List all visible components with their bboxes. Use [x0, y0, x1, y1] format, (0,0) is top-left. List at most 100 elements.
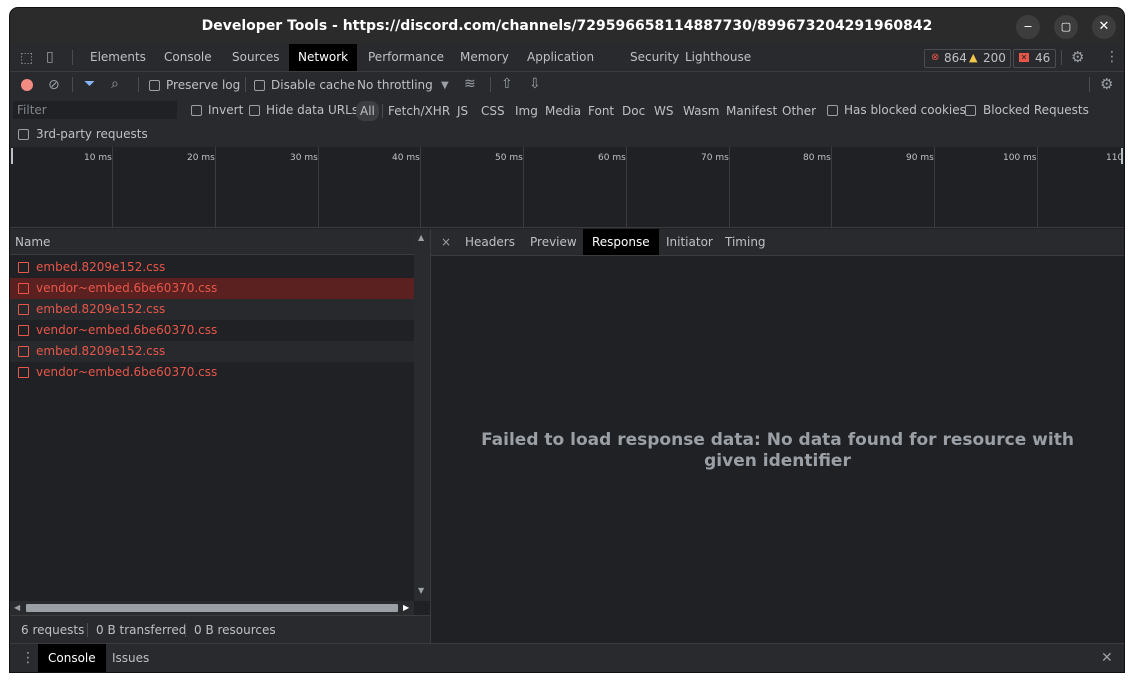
tab-response[interactable]: Response — [583, 229, 659, 255]
scroll-down-icon[interactable]: ▼ — [418, 586, 424, 595]
timeline-tick-label: 110 — [1106, 153, 1124, 163]
title-bar: Developer Tools - https://discord.com/ch… — [10, 8, 1124, 44]
tab-lighthouse[interactable]: Lighthouse — [676, 44, 760, 71]
timeline-tick-label: 80 ms — [803, 153, 831, 163]
tab-initiator[interactable]: Initiator — [657, 229, 722, 255]
tab-console[interactable]: Console — [155, 44, 221, 71]
timeline-left-handle[interactable] — [11, 148, 13, 164]
search-icon[interactable]: ⌕ — [111, 77, 119, 91]
hide-data-urls-checkbox[interactable] — [249, 105, 260, 116]
tab-performance[interactable]: Performance — [359, 44, 453, 71]
timeline-tick-label: 60 ms — [598, 153, 626, 163]
response-error-message: Failed to load response data: No data fo… — [481, 430, 1074, 471]
timeline-tick-label: 40 ms — [392, 153, 420, 163]
request-count: 6 requests — [21, 623, 85, 637]
filter-type-media[interactable]: Media — [545, 101, 581, 121]
chevron-down-icon[interactable]: ▼ — [441, 79, 449, 93]
tab-memory[interactable]: Memory — [451, 44, 518, 71]
close-drawer-icon[interactable]: ✕ — [1101, 651, 1113, 665]
request-list-panel: Name embed.8209e152.css vendor~embed.6be… — [10, 229, 431, 644]
preserve-log-label: Preserve log — [166, 78, 241, 92]
scroll-up-icon[interactable]: ▲ — [418, 233, 424, 242]
name-column-header[interactable]: Name — [10, 229, 414, 255]
tab-timing[interactable]: Timing — [716, 229, 775, 255]
filter-icon[interactable]: ⏷ — [84, 77, 95, 91]
filter-type-font[interactable]: Font — [588, 101, 614, 121]
request-row[interactable]: vendor~embed.6be60370.css — [10, 362, 414, 383]
timeline-tick-label: 50 ms — [495, 153, 523, 163]
vertical-scrollbar[interactable]: ▲ ▼ — [414, 229, 430, 601]
tab-headers[interactable]: Headers — [456, 229, 524, 255]
tab-network[interactable]: Network — [289, 44, 358, 71]
inspect-element-icon[interactable]: ⬚ — [20, 51, 33, 65]
filter-input[interactable]: Filter — [13, 101, 177, 119]
error-count: 864 — [944, 51, 967, 65]
filter-type-doc[interactable]: Doc — [622, 101, 645, 121]
warning-icon: ▲ — [969, 51, 978, 64]
maximize-button[interactable]: ▢ — [1054, 15, 1078, 39]
filter-type-wasm[interactable]: Wasm — [683, 101, 719, 121]
third-party-label: 3rd-party requests — [36, 127, 148, 141]
more-options-icon[interactable]: ⋮ — [1105, 50, 1119, 64]
preserve-log-checkbox[interactable] — [149, 80, 160, 91]
tab-elements[interactable]: Elements — [81, 44, 155, 71]
timeline-tick-label: 90 ms — [906, 153, 934, 163]
issues-counter[interactable]: ✕ 46 — [1013, 49, 1056, 68]
filter-placeholder: Filter — [17, 103, 47, 117]
has-blocked-cookies-checkbox[interactable] — [827, 105, 838, 116]
third-party-checkbox[interactable] — [18, 129, 29, 140]
request-name: embed.8209e152.css — [36, 344, 166, 358]
css-file-icon — [18, 283, 29, 294]
close-window-button[interactable]: ✕ — [1092, 15, 1116, 39]
filter-type-css[interactable]: CSS — [481, 101, 505, 121]
clear-icon[interactable]: ⊘ — [48, 78, 60, 92]
request-row[interactable]: embed.8209e152.css — [10, 257, 414, 278]
timeline-tick-label: 30 ms — [290, 153, 318, 163]
request-detail-panel: × Headers Preview Response Initiator Tim… — [431, 229, 1124, 643]
network-settings-icon[interactable]: ⚙ — [1100, 77, 1113, 92]
import-har-icon[interactable]: ⇧ — [501, 77, 513, 91]
drawer-tab-console[interactable]: Console — [38, 644, 106, 672]
export-har-icon[interactable]: ⇩ — [529, 77, 541, 91]
request-row[interactable]: embed.8209e152.css — [10, 341, 414, 362]
scroll-right-icon[interactable]: ▶ — [403, 603, 409, 612]
device-toolbar-icon[interactable]: ▯ — [46, 50, 54, 64]
detail-tab-bar: × Headers Preview Response Initiator Tim… — [431, 229, 1124, 256]
issue-count: 46 — [1035, 51, 1051, 65]
filter-type-img[interactable]: Img — [515, 101, 538, 121]
filter-type-manifest[interactable]: Manifest — [726, 101, 777, 121]
record-icon[interactable] — [21, 79, 33, 91]
filter-type-fetch-xhr[interactable]: Fetch/XHR — [388, 101, 450, 121]
minimize-button[interactable]: ‒ — [1016, 15, 1040, 39]
css-file-icon — [18, 304, 29, 315]
request-row[interactable]: embed.8209e152.css — [10, 299, 414, 320]
filter-bar: Filter Invert Hide data URLs All Fetch/X… — [10, 98, 1124, 151]
has-blocked-cookies-label: Has blocked cookies — [844, 103, 966, 117]
request-row[interactable]: vendor~embed.6be60370.css — [10, 320, 414, 341]
drawer-menu-icon[interactable]: ⋮ — [21, 651, 35, 665]
request-row-selected[interactable]: vendor~embed.6be60370.css — [10, 278, 414, 299]
filter-type-other[interactable]: Other — [782, 101, 816, 121]
disable-cache-checkbox[interactable] — [254, 80, 265, 91]
drawer-tab-issues[interactable]: Issues — [102, 644, 159, 672]
horizontal-scrollbar[interactable]: ◀ ▶ — [10, 601, 414, 615]
tab-preview[interactable]: Preview — [521, 229, 586, 255]
horizontal-scroll-thumb[interactable] — [26, 604, 398, 612]
timeline-tick-label: 70 ms — [701, 153, 729, 163]
scroll-left-icon[interactable]: ◀ — [14, 603, 20, 612]
invert-checkbox[interactable] — [191, 105, 202, 116]
settings-gear-icon[interactable]: ⚙ — [1071, 50, 1084, 65]
filter-type-js[interactable]: JS — [457, 101, 468, 121]
blocked-requests-checkbox[interactable] — [965, 105, 976, 116]
throttling-select[interactable]: No throttling — [357, 78, 433, 92]
request-name: embed.8209e152.css — [36, 302, 166, 316]
network-conditions-icon[interactable]: ≋ — [464, 77, 476, 91]
timeline-overview[interactable]: 10 ms 20 ms 30 ms 40 ms 50 ms 60 ms 70 m… — [10, 147, 1124, 228]
filter-type-ws[interactable]: WS — [654, 101, 673, 121]
filter-type-all[interactable]: All — [356, 101, 379, 121]
tab-sources[interactable]: Sources — [223, 44, 288, 71]
tab-application[interactable]: Application — [518, 44, 603, 71]
network-toolbar: ⊘ ⏷ ⌕ Preserve log Disable cache No thro… — [10, 72, 1124, 99]
error-warning-counter[interactable]: ⊗ 864 ▲ 200 — [924, 49, 1011, 68]
resources-size: 0 B resources — [194, 623, 276, 637]
